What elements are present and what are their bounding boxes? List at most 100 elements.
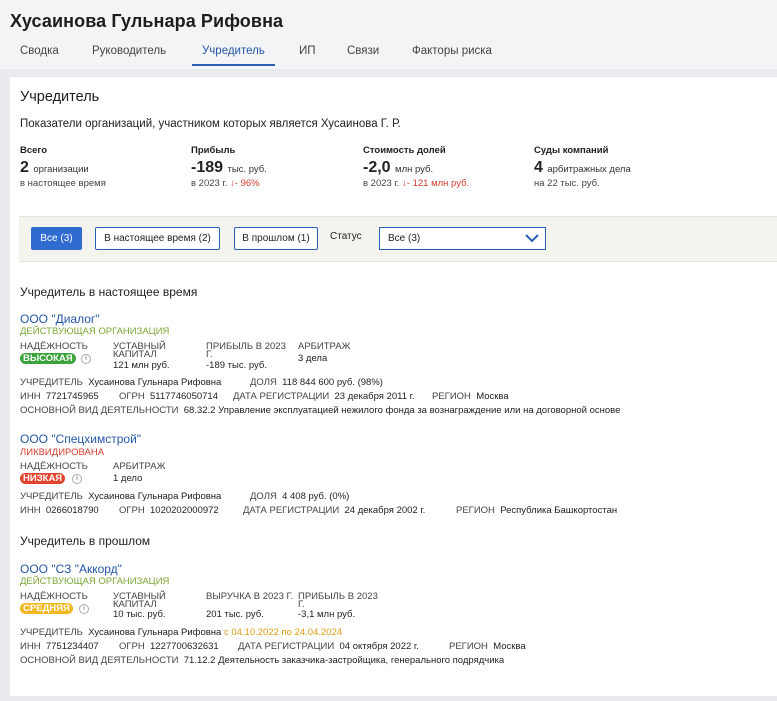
kpi-total-value: 2 [20,159,29,176]
org-akkord-reliability-badge: СРЕДНЯЯ [20,603,73,614]
kpi-profit-value: -189 [191,159,224,176]
founder-value: Хусаинова Гульнара Рифовна [88,491,222,502]
kpi-courts-note: на 22 тыс. руб. [534,178,600,189]
org-spec-reliability-label: НАДЁЖНОСТЬ [20,461,88,472]
filter-past-button[interactable]: В прошлом (1) [234,227,318,250]
kpi-shares-label: Стоимость долей [363,145,446,156]
info-icon[interactable]: i [81,354,91,364]
org-dialog-share-row: ДОЛЯ 118 844 600 руб. (98%) [250,377,383,388]
org-spec-status: ЛИКВИДИРОВАНА [20,447,105,458]
region-value: Москва [493,641,526,652]
org-akkord-link[interactable]: ООО "СЗ "Аккорд" [20,562,122,576]
ogrn-value: 1227700632631 [150,641,219,652]
tab-risk-factors[interactable]: Факторы риска [412,42,492,66]
share-label: ДОЛЯ [250,491,277,502]
founder-label: УЧРЕДИТЕЛЬ [20,377,83,388]
share-label: ДОЛЯ [250,377,277,388]
kpi-profit-delta: ↓- 96% [230,178,260,189]
share-value: 118 844 600 руб. (98%) [282,377,383,388]
info-icon[interactable]: i [72,474,82,484]
filter-current-button[interactable]: В настоящее время (2) [95,227,220,250]
org-dialog-ogrn-row: ОГРН 5117746050714 [119,391,218,402]
org-akkord-status: ДЕЙСТВУЮЩАЯ ОРГАНИЗАЦИЯ [20,576,170,587]
founder-period: с 04.10.2022 по 24.04.2024 [223,627,343,638]
tab-founder[interactable]: Учредитель [192,42,275,66]
region-value: Москва [476,391,509,402]
org-spec-reg-row: ДАТА РЕГИСТРАЦИИ 24 декабря 2002 г. [243,505,425,516]
org-spec-inn-row: ИНН 0266018790 [20,505,99,516]
region-label: РЕГИОН [449,641,488,652]
activity-label: ОСНОВНОЙ ВИД ДЕЯТЕЛЬНОСТИ [20,655,179,666]
tab-bar: Сводка Руководитель Учредитель ИП Связи … [0,42,777,66]
inn-label: ИНН [20,505,41,516]
org-spec-reliability-badge: НИЗКАЯ [20,473,66,484]
org-spec-arbitration-label: АРБИТРАЖ [113,461,166,472]
org-dialog-arbitration-value: 3 дела [298,353,328,364]
section-title: Учредитель [20,89,100,105]
status-label: Статус [330,231,362,242]
kpi-profit: -189 тыс. руб. [191,159,267,177]
org-akkord-profit-label: ПРИБЫЛЬ В 2023 Г. [298,591,378,610]
kpi-shares-footer: в 2023 г. ↓- 121 млн руб. [363,178,469,189]
kpi-shares-delta: ↓- 121 млн руб. [402,178,470,189]
org-spec-share-row: ДОЛЯ 4 408 руб. (0%) [250,491,349,502]
kpi-shares-value: -2,0 [363,159,391,176]
org-dialog-profit-value: -189 тыс. руб. [206,360,267,371]
filter-all-button[interactable]: Все (3) [31,227,82,250]
ogrn-label: ОГРН [119,391,145,402]
org-spec-link[interactable]: ООО "Спецхимстрой" [20,432,141,446]
founder-value: Хусаинова Гульнара Рифовна [88,377,222,388]
activity-label: ОСНОВНОЙ ВИД ДЕЯТЕЛЬНОСТИ [20,405,179,416]
ogrn-value: 1020202000972 [150,505,219,516]
org-dialog-capital-value: 121 млн руб. [113,360,170,371]
org-dialog-reliability-badge: ВЫСОКАЯ [20,353,76,364]
page-header: Хусаинова Гульнара Рифовна Сводка Руково… [0,0,777,69]
kpi-courts-unit: арбитражных дела [547,164,631,175]
reg-label: ДАТА РЕГИСТРАЦИИ [238,641,335,652]
kpi-profit-label: Прибыль [191,145,236,156]
current-section-title: Учредитель в настоящее время [20,285,198,299]
status-select[interactable]: Все (3) [379,227,546,250]
tab-links[interactable]: Связи [347,42,379,66]
reg-label: ДАТА РЕГИСТРАЦИИ [233,391,330,402]
ogrn-label: ОГРН [119,505,145,516]
org-dialog-inn-row: ИНН 7721745965 [20,391,99,402]
kpi-courts: 4 арбитражных дела [534,159,631,177]
org-akkord-profit-value: -3,1 млн руб. [298,609,356,620]
org-spec-arbitration-value: 1 дело [113,473,143,484]
org-akkord-reliability-label: НАДЁЖНОСТЬ [20,591,88,602]
tab-summary[interactable]: Сводка [20,42,59,66]
kpi-shares-note: в 2023 г. [363,178,400,189]
org-akkord-inn-row: ИНН 7751234407 [20,641,99,652]
inn-label: ИНН [20,641,41,652]
inn-value: 7721745965 [45,391,99,402]
kpi-courts-label: Суды компаний [534,145,609,156]
past-section-title: Учредитель в прошлом [20,534,151,548]
org-dialog-profit-label: ПРИБЫЛЬ В 2023 Г. [206,341,286,360]
founder-card: Учредитель Показатели организаций, участ… [10,76,777,696]
org-dialog-activity-row: ОСНОВНОЙ ВИД ДЕЯТЕЛЬНОСТИ 68.32.2 Управл… [20,405,620,416]
kpi-profit-footer: в 2023 г. ↓- 96% [191,178,260,189]
kpi-total-note: в настоящее время [20,178,106,189]
org-akkord-activity-row: ОСНОВНОЙ ВИД ДЕЯТЕЛЬНОСТИ 71.12.2 Деятел… [20,655,504,666]
org-akkord-region-row: РЕГИОН Москва [449,641,526,652]
inn-value: 0266018790 [45,505,99,516]
tab-ip[interactable]: ИП [299,42,316,66]
founder-label: УЧРЕДИТЕЛЬ [20,491,83,502]
org-spec-founder-row: УЧРЕДИТЕЛЬ Хусаинова Гульнара Рифовна [20,491,221,502]
tab-director[interactable]: Руководитель [92,42,166,66]
kpi-shares: -2,0 млн руб. [363,159,433,177]
org-dialog-link[interactable]: ООО "Диалог" [20,312,100,326]
info-icon[interactable]: i [79,604,89,614]
inn-label: ИНН [20,391,41,402]
kpi-total-label: Всего [20,145,48,156]
org-akkord-revenue-value: 201 тыс. руб. [206,609,264,620]
org-akkord-founder-row: УЧРЕДИТЕЛЬ Хусаинова Гульнара Рифовна с … [20,627,342,638]
kpi-profit-unit: тыс. руб. [227,164,267,175]
region-label: РЕГИОН [432,391,471,402]
kpi-total: 2 организации [20,159,89,177]
kpi-courts-value: 4 [534,159,543,176]
reg-value: 04 октября 2022 г. [339,641,419,652]
page-title: Хусаинова Гульнара Рифовна [10,11,284,31]
org-dialog-status: ДЕЙСТВУЮЩАЯ ОРГАНИЗАЦИЯ [20,326,170,337]
